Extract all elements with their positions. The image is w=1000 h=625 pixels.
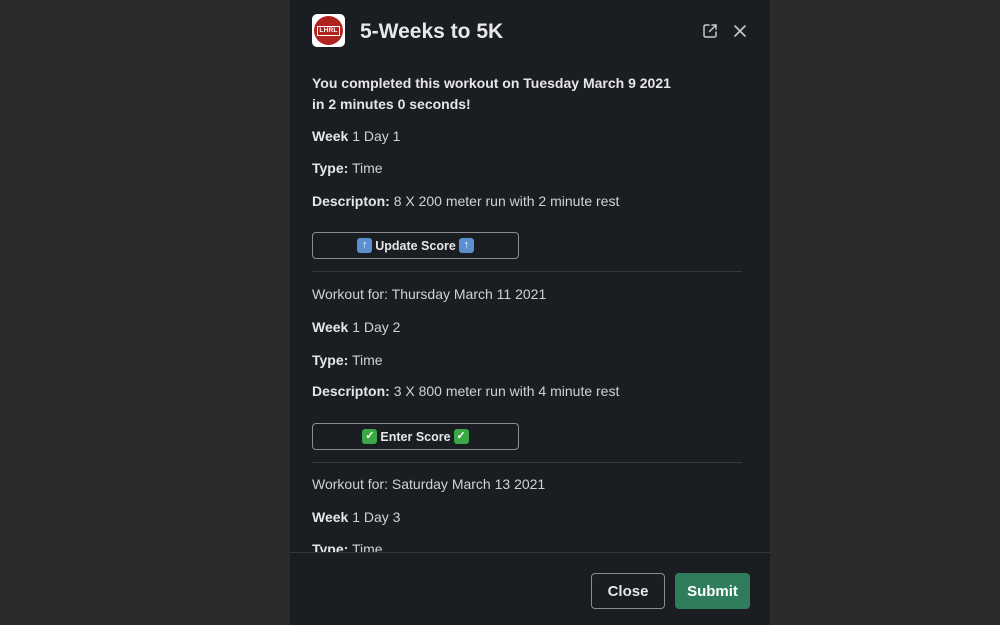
check-mark-icon: ✓: [453, 429, 469, 444]
week-label: Week: [312, 319, 349, 335]
modal-title: 5-Weeks to 5K: [360, 20, 504, 43]
week-day-value: 1 Day 3: [352, 509, 401, 525]
type-1: Type: Time: [312, 158, 383, 179]
workout-for-label: Workout for:: [312, 286, 388, 302]
close-icon[interactable]: [731, 22, 749, 40]
description-label: Descripton:: [312, 383, 390, 399]
completed-message-line1: You completed this workout on Tuesday Ma…: [312, 75, 671, 91]
description-value: 8 X 200 meter run with 2 minute rest: [393, 193, 620, 209]
logo-text: LHRL: [317, 25, 340, 36]
type-3: Type: Time: [312, 539, 383, 552]
close-button[interactable]: Close: [591, 573, 665, 609]
week-day-2: Week 1 Day 2: [312, 317, 400, 338]
modal-footer: Close Submit: [290, 552, 770, 625]
submit-button[interactable]: Submit: [675, 573, 750, 609]
type-value: Time: [351, 541, 383, 552]
description-label: Descripton:: [312, 193, 390, 209]
week-day-3: Week 1 Day 3: [312, 507, 400, 528]
type-value: Time: [351, 160, 383, 176]
type-label: Type:: [312, 352, 349, 368]
enter-score-label: Enter Score: [380, 429, 451, 444]
type-label: Type:: [312, 160, 349, 176]
enter-score-button[interactable]: ✓ Enter Score ✓: [312, 423, 519, 450]
week-label: Week: [312, 128, 349, 144]
update-score-button[interactable]: ↑ Update Score ↑: [312, 232, 519, 259]
type-label: Type:: [312, 541, 349, 552]
up-arrow-icon: ↑: [458, 238, 474, 253]
modal-content[interactable]: You completed this workout on Tuesday Ma…: [312, 64, 742, 552]
workout-date-value: Thursday March 11 2021: [391, 286, 547, 302]
description-1: Descripton: 8 X 200 meter run with 2 min…: [312, 191, 619, 212]
logo-badge: LHRL: [314, 16, 343, 45]
workout-modal: LHRL 5-Weeks to 5K You completed this wo…: [290, 0, 770, 625]
divider: [312, 271, 742, 272]
week-day-value: 1 Day 2: [352, 319, 401, 335]
modal-header: LHRL 5-Weeks to 5K: [290, 0, 770, 64]
divider: [312, 462, 742, 463]
check-mark-icon: ✓: [362, 429, 378, 444]
external-link-icon[interactable]: [701, 22, 719, 40]
type-value: Time: [351, 352, 383, 368]
week-day-value: 1 Day 1: [352, 128, 401, 144]
workout-date-2: Workout for: Thursday March 11 2021: [312, 284, 546, 305]
description-2: Descripton: 3 X 800 meter run with 4 min…: [312, 381, 619, 402]
up-arrow-icon: ↑: [357, 238, 373, 253]
type-2: Type: Time: [312, 350, 383, 371]
week-day-1: Week 1 Day 1: [312, 126, 400, 147]
workout-date-3: Workout for: Saturday March 13 2021: [312, 474, 545, 495]
workout-for-label: Workout for:: [312, 476, 388, 492]
update-score-label: Update Score: [375, 238, 456, 253]
completed-message-line2: in 2 minutes 0 seconds!: [312, 96, 471, 112]
week-label: Week: [312, 509, 349, 525]
workout-date-value: Saturday March 13 2021: [391, 476, 546, 492]
description-value: 3 X 800 meter run with 4 minute rest: [393, 383, 620, 399]
app-logo: LHRL: [312, 14, 345, 47]
